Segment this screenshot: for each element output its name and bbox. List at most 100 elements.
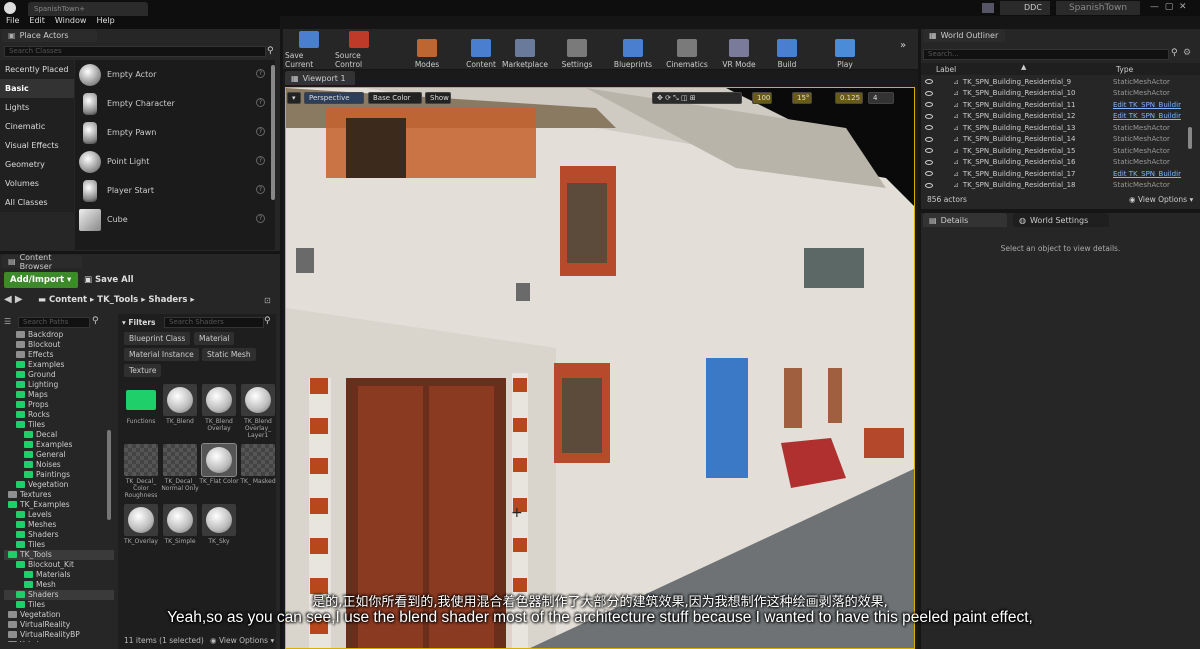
visibility-eye-icon[interactable]	[925, 159, 933, 165]
folder-item[interactable]: Mesh	[4, 580, 114, 590]
outliner-row[interactable]: ⊿ TK_SPN_Building_Residential_10 StaticMes…	[921, 88, 1191, 100]
folder-item[interactable]: Maps	[4, 390, 114, 400]
toolbar-content-button[interactable]: Content	[457, 31, 505, 69]
camera-speed-value[interactable]: 4	[868, 92, 894, 104]
outliner-row[interactable]: ⊿ TK_SPN_Building_Residential_12 Edit TK_S…	[921, 111, 1191, 123]
visibility-eye-icon[interactable]	[925, 136, 933, 142]
ddc-indicator[interactable]: DDC	[1000, 1, 1050, 15]
outliner-row-type[interactable]: Edit TK_SPN_Buildir	[1113, 170, 1181, 178]
help-icon[interactable]: ?	[256, 69, 265, 78]
toolbar-blueprints-button[interactable]: Blueprints	[609, 31, 657, 69]
actor-item-player-start[interactable]: Player Start?	[75, 176, 275, 205]
folder-item[interactable]: Blockout	[4, 340, 114, 350]
help-icon[interactable]: ?	[256, 214, 265, 223]
actor-item-cube[interactable]: Cube?	[75, 205, 275, 234]
scale-snap-value[interactable]: 0.125	[835, 92, 863, 104]
toolbar-settings-button[interactable]: Settings	[553, 31, 601, 69]
back-forward-icons[interactable]: ◀ ▶	[4, 294, 23, 305]
toolbar-source-control-button[interactable]: Source Control	[335, 31, 383, 69]
help-icon[interactable]: ?	[256, 98, 265, 107]
asset-tile-tk-blend-overlay[interactable]	[202, 384, 236, 416]
search-classes-input[interactable]: Search Classes	[4, 46, 266, 57]
viewport-scene[interactable]	[285, 87, 915, 649]
outliner-settings-icon[interactable]: ⚙	[1183, 48, 1191, 58]
folder-item[interactable]: Materials	[4, 570, 114, 580]
folder-item[interactable]: Examples	[4, 440, 114, 450]
visibility-eye-icon[interactable]	[925, 79, 933, 85]
folder-item[interactable]: Examples	[4, 360, 114, 370]
folder-item[interactable]: TK_Tools	[4, 550, 114, 560]
toolbar-cinematics-button[interactable]: Cinematics	[663, 31, 711, 69]
lock-icon[interactable]: ⊡	[264, 296, 271, 305]
menu-edit[interactable]: Edit	[29, 16, 45, 29]
visibility-eye-icon[interactable]	[925, 148, 933, 154]
outliner-row[interactable]: ⊿ TK_SPN_Building_Residential_18 StaticMes…	[921, 180, 1191, 192]
folder-item[interactable]: General	[4, 450, 114, 460]
category-lights[interactable]: Lights	[0, 98, 74, 117]
asset-tile-tk-masked[interactable]	[241, 444, 275, 476]
place-actors-tab[interactable]: ▣ Place Actors	[2, 29, 97, 42]
outliner-row[interactable]: ⊿ TK_SPN_Building_Residential_16 StaticMes…	[921, 157, 1191, 169]
filters-button[interactable]: ▾ Filters	[122, 318, 156, 327]
actor-item-point-light[interactable]: Point Light?	[75, 147, 275, 176]
details-tab[interactable]: ▤ Details	[923, 213, 1007, 227]
asset-tile-tk-blend[interactable]	[163, 384, 197, 416]
folder-item[interactable]: Tiles	[4, 420, 114, 430]
breadcrumb-tk-tools[interactable]: TK_Tools	[97, 295, 138, 305]
filter-chip-material[interactable]: Material	[194, 332, 235, 345]
asset-tile-tk-blend-overlay-layer1[interactable]	[241, 384, 275, 416]
category-volumes[interactable]: Volumes	[0, 174, 74, 193]
folder-item[interactable]: Shaders	[4, 530, 114, 540]
sources-toggle-icon[interactable]: ☰	[4, 317, 11, 326]
asset-tile-tk-sky[interactable]	[202, 504, 236, 536]
type-column-header[interactable]: Type	[1116, 65, 1133, 74]
asset-tile-tk-decal-normal-only[interactable]	[163, 444, 197, 476]
toolbar-marketplace-button[interactable]: Marketplace	[501, 31, 549, 69]
toolbar-play-button[interactable]: Play	[821, 31, 869, 69]
asset-tile-tk-decal-color-roughness[interactable]	[124, 444, 158, 476]
search-paths-input[interactable]: Search Paths	[18, 317, 90, 328]
menu-file[interactable]: File	[6, 16, 19, 29]
project-tab[interactable]: SpanishTown+	[28, 2, 148, 16]
folder-item[interactable]: Blockout_Kit	[4, 560, 114, 570]
asset-tile-tk-overlay[interactable]	[124, 504, 158, 536]
outliner-row[interactable]: ⊿ TK_SPN_Building_Residential_17 Edit TK_S…	[921, 168, 1191, 180]
content-browser-tab[interactable]: ▤ Content Browser	[2, 253, 82, 271]
actor-item-empty-actor[interactable]: Empty Actor?	[75, 60, 275, 89]
visibility-eye-icon[interactable]	[925, 171, 933, 177]
label-column-header[interactable]: Label	[936, 65, 956, 74]
visibility-eye-icon[interactable]	[925, 182, 933, 188]
notification-icon[interactable]	[982, 3, 994, 13]
viewport-tab[interactable]: ▦ Viewport 1	[285, 71, 355, 85]
world-outliner-tab[interactable]: ▦ World Outliner	[923, 29, 1005, 42]
category-visual-effects[interactable]: Visual Effects	[0, 136, 74, 155]
category-all-classes[interactable]: All Classes	[0, 193, 74, 212]
folder-item[interactable]: Backdrop	[4, 330, 114, 340]
menu-window[interactable]: Window	[55, 16, 87, 29]
actor-list-scrollbar[interactable]	[271, 65, 275, 200]
outliner-row[interactable]: ⊿ TK_SPN_Building_Residential_11 Edit TK_S…	[921, 99, 1191, 111]
filter-chip-blueprint-class[interactable]: Blueprint Class	[124, 332, 191, 345]
toolbar-overflow-icon[interactable]: »	[900, 40, 906, 51]
folder-item[interactable]: Tiles	[4, 540, 114, 550]
view-options-button[interactable]: ◉ View Options ▾	[210, 636, 274, 645]
viewport-options-button[interactable]: ▾	[287, 92, 301, 104]
add-import-button[interactable]: Add/Import ▾	[4, 272, 78, 288]
folder-tree-scrollbar[interactable]	[107, 430, 111, 520]
asset-tile-tk-flat-color[interactable]	[201, 443, 237, 477]
folder-item[interactable]: Props	[4, 400, 114, 410]
category-recently-placed[interactable]: Recently Placed	[0, 60, 74, 79]
folder-item[interactable]: Effects	[4, 350, 114, 360]
grid-snap-value[interactable]: 100	[752, 92, 772, 104]
filter-chip-static-mesh[interactable]: Static Mesh	[202, 348, 256, 361]
outliner-scrollbar[interactable]	[1188, 127, 1192, 149]
outliner-row-type[interactable]: Edit TK_SPN_Buildir	[1113, 112, 1181, 120]
breadcrumb-content[interactable]: Content	[49, 295, 87, 305]
toolbar-save-current-button[interactable]: Save Current	[285, 31, 333, 69]
folder-item[interactable]: Yakohama	[4, 640, 114, 642]
visibility-eye-icon[interactable]	[925, 125, 933, 131]
outliner-row[interactable]: ⊿ TK_SPN_Building_Residential_15 StaticMes…	[921, 145, 1191, 157]
rotation-snap-value[interactable]: 15°	[792, 92, 812, 104]
folder-item[interactable]: Paintings	[4, 470, 114, 480]
toolbar-modes-button[interactable]: Modes	[403, 31, 451, 69]
